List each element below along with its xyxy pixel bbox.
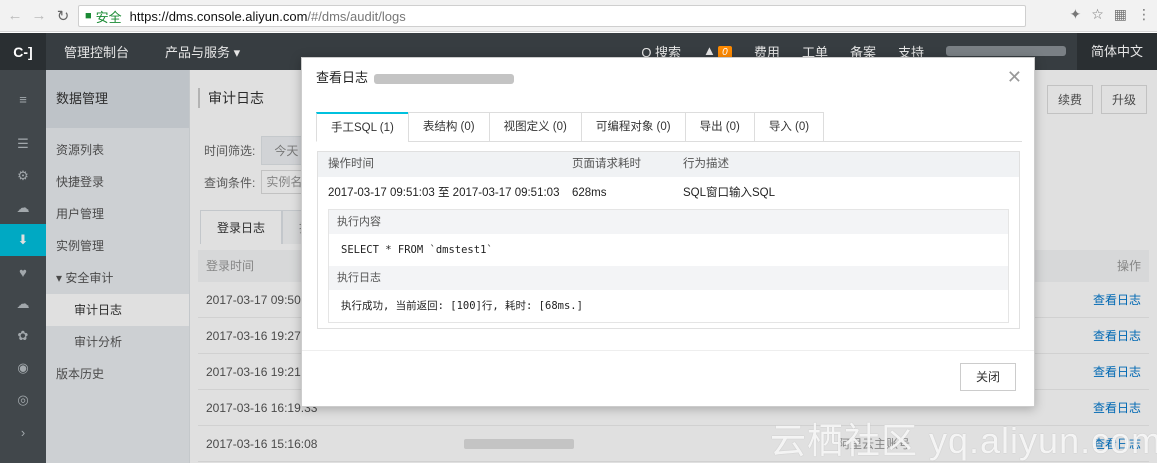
blurred-user [464, 439, 574, 449]
menu-icon[interactable]: ⋮ [1137, 6, 1151, 23]
collapse-icon[interactable]: ≡ [0, 70, 46, 128]
view-log-link[interactable]: 查看日志 [1093, 318, 1141, 354]
dialog-tabs: 手工SQL (1) 表结构 (0) 视图定义 (0) 可编程对象 (0) 导出 … [316, 112, 1022, 142]
secondary-sidebar: 数据管理 资源列表 快捷登录 用户管理 实例管理 ▾ 安全审计 审计日志 审计分… [46, 70, 190, 463]
extension-icon[interactable]: ✦ [1069, 6, 1081, 23]
lock-icon: ■ [85, 10, 92, 22]
database-icon[interactable]: ◉ [0, 352, 46, 384]
shield-icon[interactable]: ♥ [0, 256, 46, 288]
record-description: SQL窗口输入SQL [683, 187, 776, 199]
sidebar-title: 数据管理 [46, 70, 189, 128]
time-filter-label: 时间筛选: [204, 144, 256, 158]
cloud-icon[interactable]: ☁ [0, 192, 46, 224]
gear-icon[interactable]: ⚙ [0, 160, 46, 192]
sidebar-item-instances[interactable]: 实例管理 [46, 230, 189, 262]
exec-content-box: 执行内容 SELECT * FROM `dmstest1` [328, 209, 1009, 267]
browser-toolbar: ← → ↻ ■ 安全 https://dms.console.aliyun.co… [0, 0, 1157, 32]
record-time: 2017-03-17 09:51:03 至 2017-03-17 09:51:0… [328, 187, 560, 199]
reload-icon[interactable]: ↻ [54, 6, 72, 26]
dialog-title: 查看日志 [316, 70, 369, 85]
exec-log-box: 执行日志 执行成功, 当前返回: [100]行, 耗时: [68ms.] [328, 266, 1009, 323]
leaf-icon[interactable]: ✿ [0, 320, 46, 352]
tab-manual-sql[interactable]: 手工SQL (1) [316, 112, 409, 142]
sidebar-item-audit-analysis[interactable]: 审计分析 [46, 326, 189, 358]
view-log-link[interactable]: 查看日志 [1093, 282, 1141, 318]
dialog-footer-divider [302, 350, 1034, 351]
forward-arrow-icon[interactable]: → [30, 6, 48, 26]
close-button[interactable]: 关闭 [960, 363, 1016, 391]
exec-content-label: 执行内容 [329, 210, 1008, 234]
console-home-link[interactable]: 管理控制台 [46, 42, 147, 61]
sidebar-item-version-history[interactable]: 版本历史 [46, 358, 189, 390]
exec-log-label: 执行日志 [329, 266, 1008, 290]
sidebar-item-resources[interactable]: 资源列表 [46, 134, 189, 166]
col-login-time: 登录时间 [206, 259, 255, 273]
aliyun-logo[interactable]: C-] [0, 33, 46, 70]
view-log-link[interactable]: 查看日志 [1093, 354, 1141, 390]
target-icon[interactable]: ◎ [0, 384, 46, 416]
chart-extension-icon[interactable]: ▦ [1114, 6, 1127, 23]
exec-log-message: 执行成功, 当前返回: [100]行, 耗时: [68ms.] [341, 300, 583, 312]
col-operation-time: 操作时间 [328, 158, 374, 170]
view-log-dialog: 查看日志 ✕ 手工SQL (1) 表结构 (0) 视图定义 (0) 可编程对象 … [301, 57, 1035, 407]
products-menu[interactable]: 产品与服务 ▾ [147, 42, 258, 61]
back-arrow-icon[interactable]: ← [6, 6, 24, 26]
log-detail-header: 操作时间 页面请求耗时 行为描述 [318, 152, 1019, 177]
col-operation: 操作 [1116, 259, 1141, 273]
address-bar[interactable]: ■ 安全 https://dms.console.aliyun.com /#/d… [78, 5, 1026, 27]
blurred-email [374, 73, 515, 84]
bookmark-star-icon[interactable]: ☆ [1091, 6, 1104, 23]
sidebar-item-users[interactable]: 用户管理 [46, 198, 189, 230]
row-time: 2017-03-16 15:16:08 [206, 437, 318, 451]
log-detail-panel: 操作时间 页面请求耗时 行为描述 2017-03-17 09:51:03 至 2… [317, 151, 1020, 329]
tab-import[interactable]: 导入 (0) [753, 112, 825, 142]
tab-login-logs[interactable]: 登录日志 [200, 210, 283, 244]
col-request-duration: 页面请求耗时 [572, 158, 641, 170]
exec-content-sql: SELECT * FROM `dmstest1` [341, 244, 493, 256]
sidebar-item-quick-login[interactable]: 快捷登录 [46, 166, 189, 198]
page-title: 审计日志 [198, 88, 264, 108]
sidebar-item-security-audit[interactable]: ▾ 安全审计 [46, 262, 189, 294]
query-label: 查询条件: [204, 175, 256, 190]
tab-programmable-objects[interactable]: 可编程对象 (0) [580, 112, 686, 142]
icon-rail: ≡ ☰ ⚙ ☁ ⬇ ♥ ☁ ✿ ◉ ◎ › [0, 70, 46, 463]
cloud-storage-icon[interactable]: ☁ [0, 288, 46, 320]
record-duration: 628ms [572, 187, 607, 199]
tab-export[interactable]: 导出 (0) [684, 112, 755, 142]
tab-table-structure[interactable]: 表结构 (0) [407, 112, 490, 142]
url-path: /#/dms/audit/logs [307, 8, 406, 24]
log-record-row: 2017-03-17 09:51:03 至 2017-03-17 09:51:0… [318, 177, 1019, 209]
dialog-header: 查看日志 [302, 58, 1034, 100]
sidebar-item-audit-logs[interactable]: 审计日志 [46, 294, 189, 326]
col-action-description: 行为描述 [683, 158, 729, 170]
watermark: 云栖社区 yq.aliyun.com [770, 420, 1157, 461]
renew-button[interactable]: 续费 [1046, 85, 1093, 114]
secure-label: 安全 [95, 9, 122, 25]
close-icon[interactable]: ✕ [1007, 67, 1022, 88]
list-icon[interactable]: ☰ [0, 128, 46, 160]
language-switch[interactable]: 简体中文 [1076, 33, 1157, 70]
expand-icon[interactable]: › [0, 416, 46, 448]
tab-view-definition[interactable]: 视图定义 (0) [488, 112, 582, 142]
dms-icon[interactable]: ⬇ [0, 224, 46, 256]
url-host: https://dms.console.aliyun.com [129, 8, 308, 24]
upgrade-button[interactable]: 升级 [1100, 85, 1147, 114]
